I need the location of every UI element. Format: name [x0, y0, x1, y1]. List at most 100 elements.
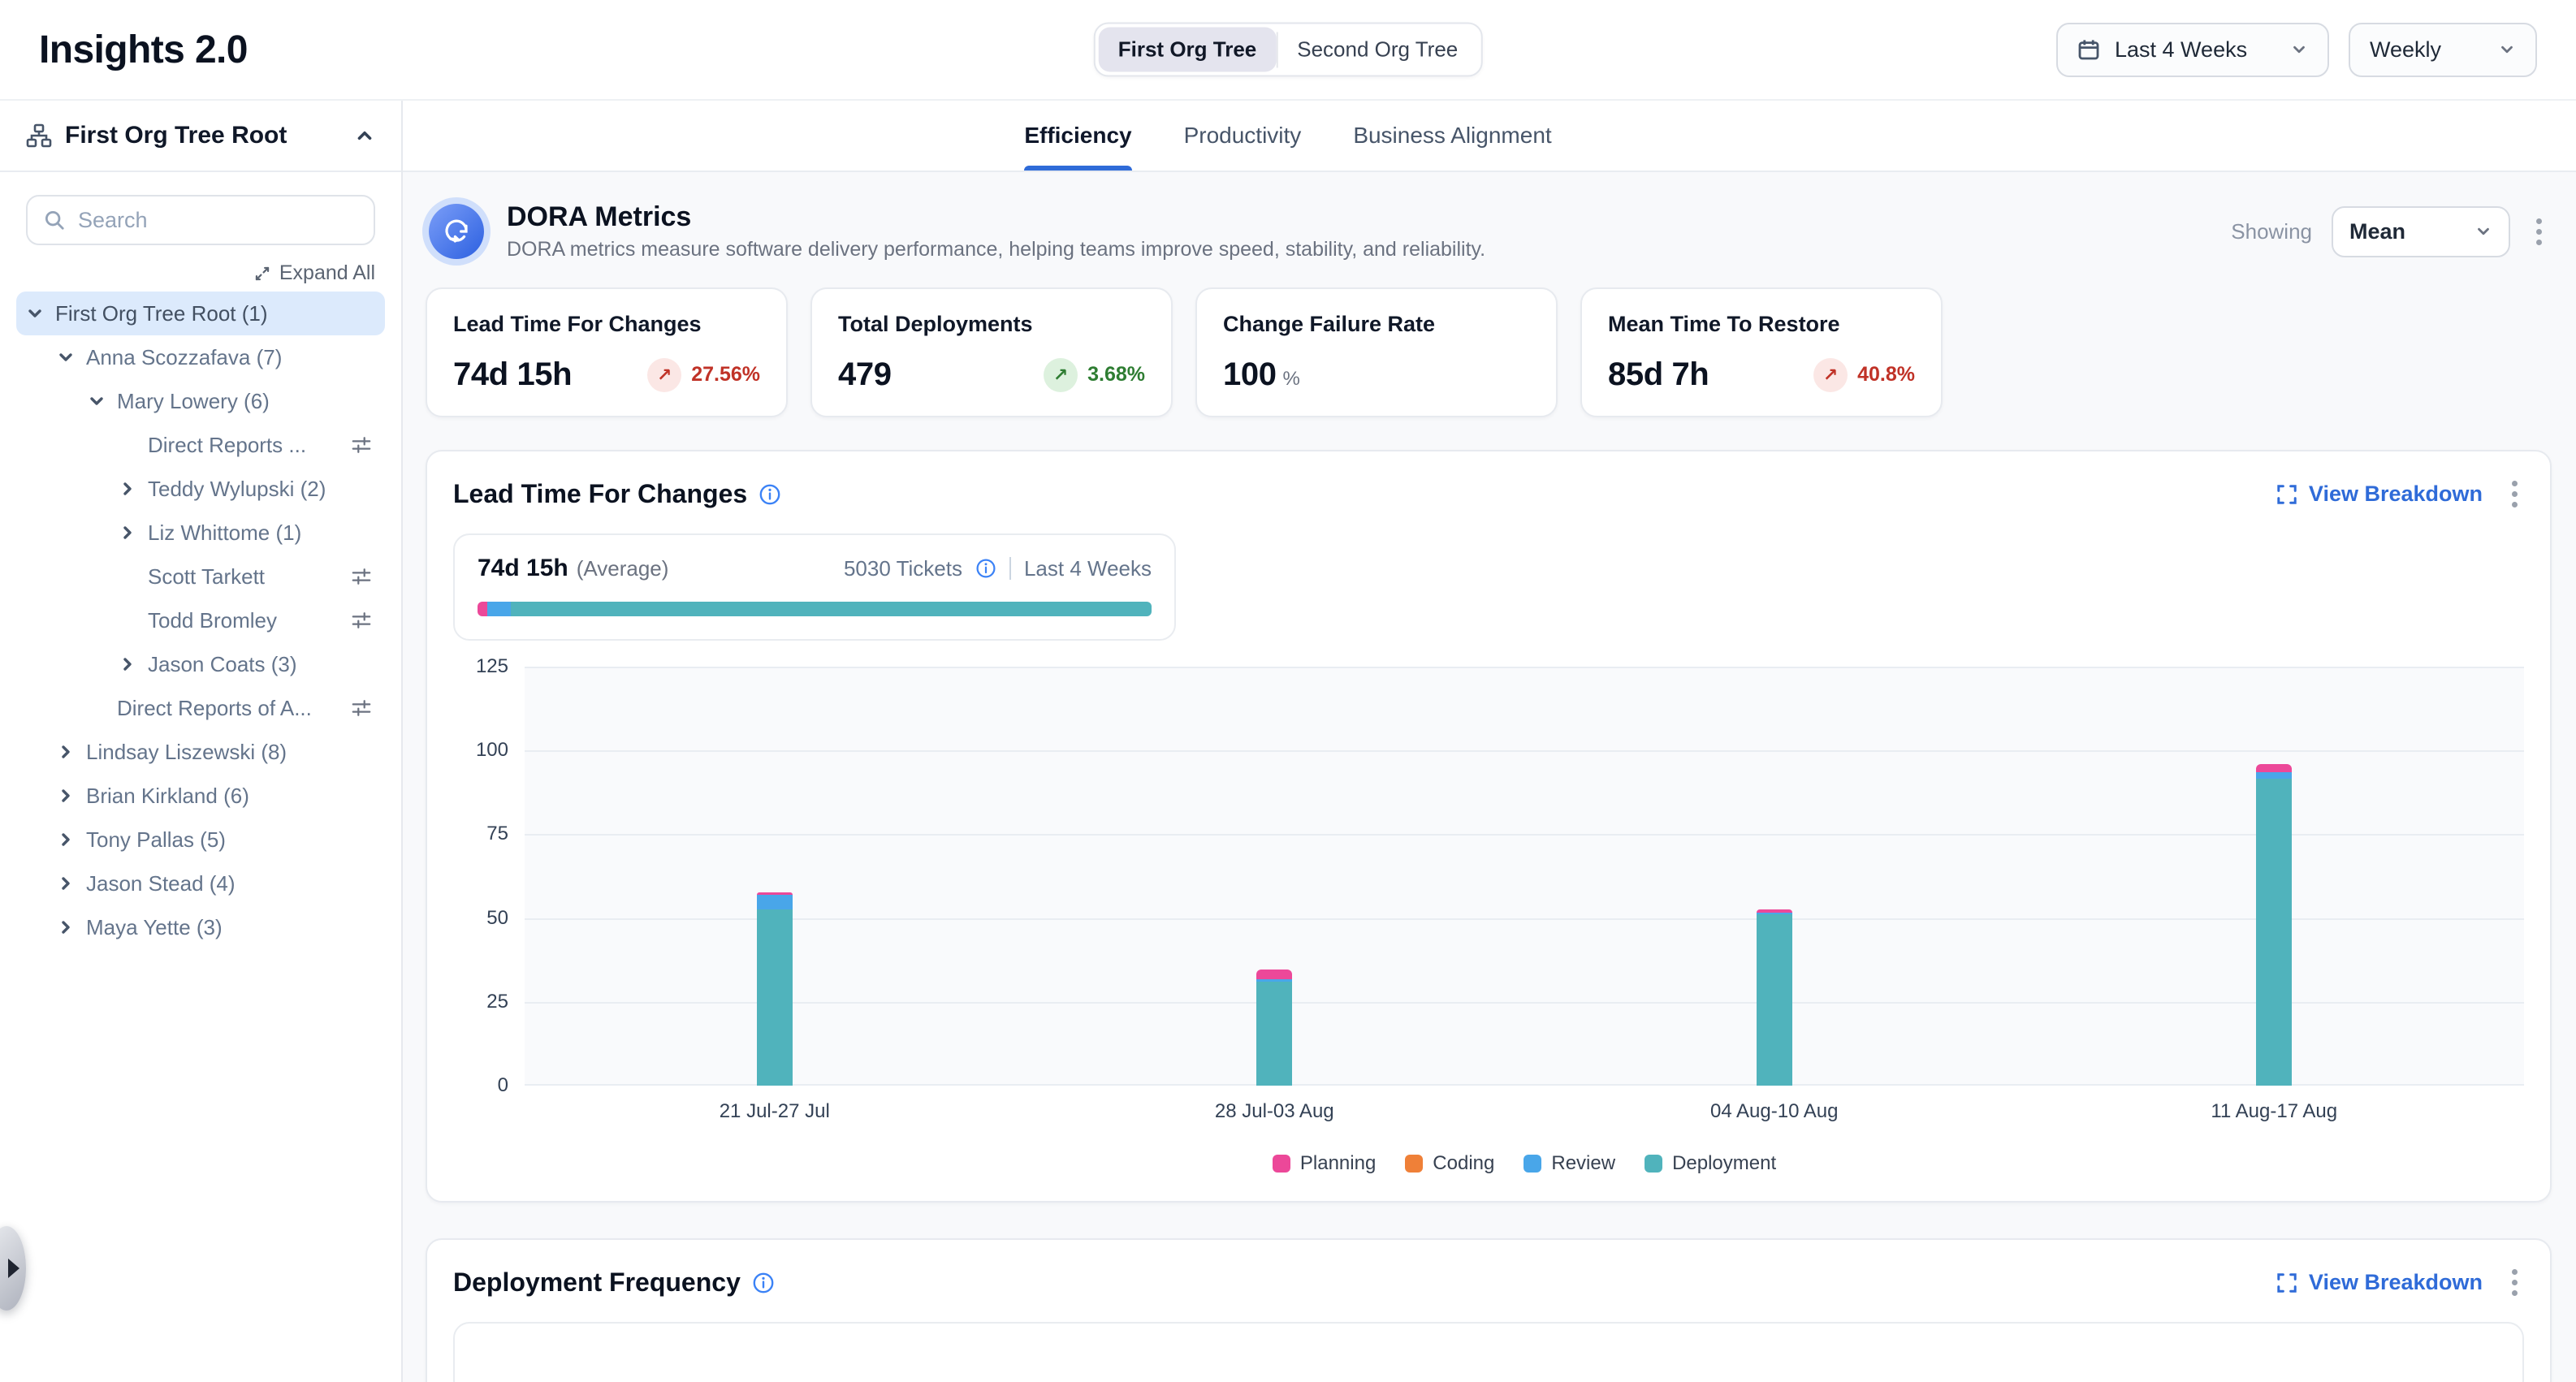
- tree-item-label: Direct Reports of A...: [117, 696, 312, 721]
- deployment-frequency-section: Deployment Frequency View Breakdown: [426, 1238, 2552, 1382]
- tree-item[interactable]: Tony Pallas (5): [16, 818, 385, 862]
- lead-time-kebab-menu[interactable]: [2505, 474, 2524, 514]
- metric-cards-row: Lead Time For Changes74d 15h↗27.56%Total…: [426, 287, 2552, 417]
- expand-all-link[interactable]: Expand All: [253, 261, 375, 285]
- tree-item[interactable]: Jason Coats (3): [16, 642, 385, 686]
- chevron-right-icon[interactable]: [54, 786, 78, 805]
- org-tree-sidebar: First Org Tree Root Expand All: [0, 101, 403, 1382]
- tab-productivity[interactable]: Productivity: [1184, 101, 1302, 171]
- showing-mean-dropdown[interactable]: Mean: [2332, 206, 2510, 257]
- average-value: 74d 15h: [478, 555, 568, 582]
- metric-card-delta: ↗3.68%: [1044, 358, 1145, 392]
- summary-bar-segment-review: [487, 602, 510, 616]
- tree-item-label: First Org Tree Root (1): [55, 301, 268, 326]
- average-summary-card: 74d 15h (Average) 5030 Tickets Last 4 We…: [453, 533, 1176, 641]
- org-tree: First Org Tree Root (1) Anna Scozzafava (…: [0, 292, 401, 949]
- stacked-bar[interactable]: [757, 892, 793, 1086]
- tree-item[interactable]: Teddy Wylupski (2): [16, 467, 385, 511]
- legend-item-deployment[interactable]: Deployment: [1645, 1152, 1776, 1175]
- average-suffix: (Average): [577, 556, 669, 581]
- collapse-panel-chevron-up-icon[interactable]: [354, 125, 375, 146]
- main-panel: Efficiency Productivity Business Alignme…: [403, 101, 2576, 1382]
- stacked-bar[interactable]: [1757, 909, 1792, 1086]
- summary-bar-segment-planning: [478, 602, 487, 616]
- bar-column: [1524, 667, 2025, 1086]
- tree-item[interactable]: Mary Lowery (6): [16, 379, 385, 423]
- sidebar-search[interactable]: [26, 195, 375, 245]
- chevron-right-icon[interactable]: [115, 479, 140, 499]
- chevron-down-icon[interactable]: [23, 304, 47, 323]
- metric-card-title: Change Failure Rate: [1223, 312, 1530, 337]
- dora-kebab-menu[interactable]: [2530, 212, 2548, 252]
- calendar-icon: [2077, 38, 2100, 61]
- legend-item-coding[interactable]: Coding: [1405, 1152, 1494, 1175]
- view-breakdown-link[interactable]: View Breakdown: [2276, 1270, 2483, 1295]
- filters-icon[interactable]: [351, 610, 372, 631]
- view-breakdown-label: View Breakdown: [2309, 1270, 2483, 1295]
- tree-item[interactable]: First Org Tree Root (1): [16, 292, 385, 335]
- info-icon[interactable]: [975, 558, 996, 579]
- metric-card-value: 100: [1223, 356, 1277, 392]
- deployment-kebab-menu[interactable]: [2505, 1263, 2524, 1302]
- toggle-second-org-tree[interactable]: Second Org Tree: [1277, 28, 1477, 72]
- y-axis-label: 125: [476, 655, 508, 678]
- filters-icon[interactable]: [351, 434, 372, 456]
- tree-item[interactable]: Direct Reports of A...: [16, 686, 385, 730]
- tree-item[interactable]: Direct Reports ...: [16, 423, 385, 467]
- expand-corners-icon: [2276, 484, 2297, 505]
- y-axis-label: 25: [486, 991, 508, 1013]
- filters-icon[interactable]: [351, 697, 372, 719]
- stacked-bar[interactable]: [2256, 764, 2292, 1086]
- org-chart-icon: [26, 123, 52, 149]
- tree-item-label: Scott Tarkett: [148, 564, 265, 590]
- tree-item[interactable]: Anna Scozzafava (7): [16, 335, 385, 379]
- org-tree-toggle: First Org Tree Second Org Tree: [1094, 23, 1483, 77]
- metric-card-title: Lead Time For Changes: [453, 312, 760, 337]
- tree-item-label: Brian Kirkland (6): [86, 784, 249, 809]
- showing-label: Showing: [2231, 219, 2312, 244]
- tree-item[interactable]: Maya Yette (3): [16, 905, 385, 949]
- info-icon[interactable]: [759, 483, 781, 506]
- tree-item-label: Anna Scozzafava (7): [86, 345, 282, 370]
- filters-icon[interactable]: [351, 566, 372, 587]
- tab-business-alignment[interactable]: Business Alignment: [1353, 101, 1551, 171]
- chevron-down-icon[interactable]: [84, 391, 109, 411]
- granularity-dropdown[interactable]: Weekly: [2349, 23, 2537, 77]
- dora-metrics-header: DORA Metrics DORA metrics measure softwa…: [429, 201, 2548, 261]
- tree-item[interactable]: Scott Tarkett: [16, 555, 385, 598]
- tab-efficiency[interactable]: Efficiency: [1024, 101, 1131, 171]
- chevron-right-icon[interactable]: [54, 830, 78, 849]
- trend-up-arrow-icon: ↗: [1044, 358, 1078, 392]
- metric-card-delta: ↗27.56%: [647, 358, 760, 392]
- tickets-count: 5030 Tickets: [844, 556, 962, 581]
- chevron-right-icon[interactable]: [115, 654, 140, 674]
- legend-label: Planning: [1300, 1152, 1376, 1175]
- legend-color-chip: [1405, 1155, 1423, 1173]
- view-breakdown-link[interactable]: View Breakdown: [2276, 482, 2483, 507]
- granularity-value: Weekly: [2370, 37, 2441, 63]
- top-bar-controls: Last 4 Weeks Weekly: [2056, 23, 2537, 77]
- tree-item[interactable]: Jason Stead (4): [16, 862, 385, 905]
- tree-item-label: Tony Pallas (5): [86, 827, 226, 853]
- chevron-right-icon[interactable]: [115, 523, 140, 542]
- search-input[interactable]: [78, 208, 357, 233]
- stacked-bar[interactable]: [1256, 970, 1292, 1086]
- legend-item-planning[interactable]: Planning: [1273, 1152, 1376, 1175]
- date-range-dropdown[interactable]: Last 4 Weeks: [2056, 23, 2329, 77]
- plot-area: [525, 667, 2524, 1086]
- tree-item[interactable]: Liz Whittome (1): [16, 511, 385, 555]
- trend-up-arrow-icon: ↗: [647, 358, 681, 392]
- tree-item[interactable]: Lindsay Liszewski (8): [16, 730, 385, 774]
- chevron-right-icon[interactable]: [54, 918, 78, 937]
- tree-item[interactable]: Brian Kirkland (6): [16, 774, 385, 818]
- x-axis-label: 11 Aug-17 Aug: [2025, 1100, 2525, 1123]
- chevron-right-icon[interactable]: [54, 742, 78, 762]
- legend-item-review[interactable]: Review: [1524, 1152, 1615, 1175]
- legend-color-chip: [1524, 1155, 1541, 1173]
- chevron-down-icon[interactable]: [54, 348, 78, 367]
- toggle-first-org-tree[interactable]: First Org Tree: [1099, 28, 1277, 72]
- expand-all-icon: [253, 265, 271, 283]
- chevron-right-icon[interactable]: [54, 874, 78, 893]
- info-icon[interactable]: [752, 1272, 775, 1294]
- tree-item[interactable]: Todd Bromley: [16, 598, 385, 642]
